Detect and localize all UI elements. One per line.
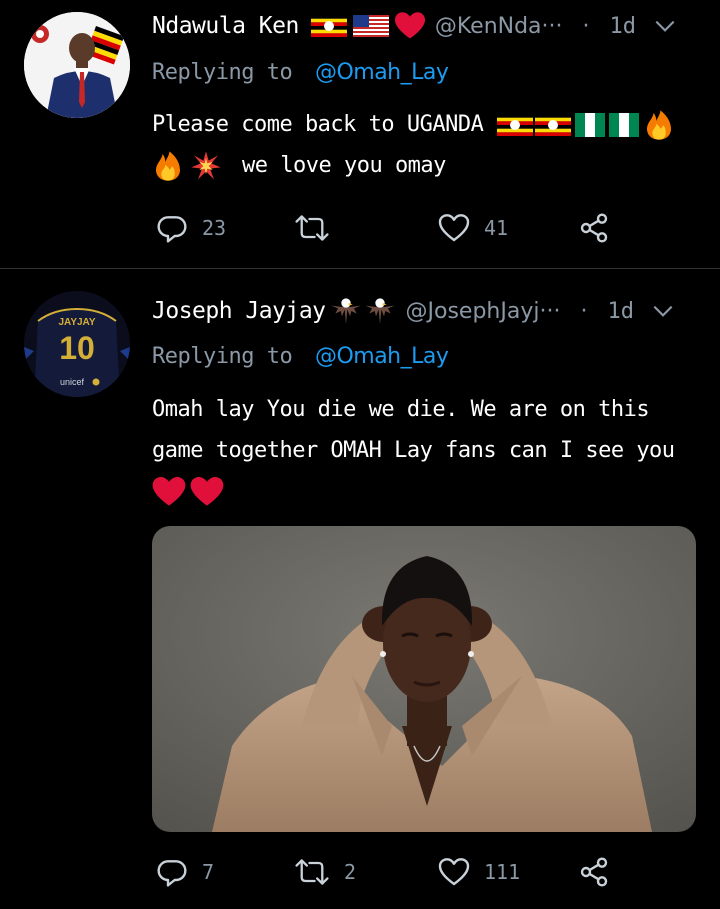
tweet-actions: 7 2 111 [152, 852, 622, 892]
uganda-flag-icon [535, 113, 572, 136]
collision-icon [190, 150, 222, 182]
heart-icon [438, 214, 470, 242]
reply-count: 23 [202, 216, 227, 240]
separator-dot: · [580, 298, 588, 324]
uganda-flag-icon [497, 113, 534, 136]
eagle-icon [364, 295, 396, 327]
chevron-down-icon[interactable] [650, 298, 676, 324]
chevron-down-icon[interactable] [652, 13, 678, 39]
retweet-icon [295, 859, 329, 885]
tweet-header: Ndawula Ken @KenNda··· · 1d [152, 8, 678, 44]
tweet-text: Please come back to UGANDA we love you o… [152, 104, 692, 186]
avatar[interactable]: JAYJAY 10 unicef [24, 291, 130, 397]
avatar-jersey-number: 10 [59, 330, 95, 366]
reply-count: 7 [202, 860, 215, 884]
tweet-media-photo[interactable] [152, 526, 696, 832]
fire-icon [152, 150, 184, 182]
red-heart-icon [394, 12, 425, 40]
tweet-1[interactable]: Ndawula Ken @KenNda··· · 1d Replying to … [0, 0, 720, 268]
user-handle[interactable]: @JosephJayj··· [406, 299, 561, 324]
reply-icon [157, 860, 187, 887]
replying-label: Replying to [152, 60, 293, 85]
avatar-jersey-sponsor: unicef [60, 377, 85, 387]
avatar[interactable] [24, 12, 130, 118]
tweet-text-line-2: game together OMAH Lay fans can I see yo… [152, 438, 675, 463]
uganda-flag-icon [310, 15, 347, 37]
mention-link[interactable]: @Omah_Lay [315, 60, 449, 85]
red-heart-icon [190, 476, 224, 507]
like-count: 111 [484, 860, 521, 884]
display-name[interactable]: Ndawula Ken [152, 13, 299, 39]
share-icon [580, 213, 608, 243]
tweet-text-line-1: Omah lay You die we die. We are on this [152, 397, 650, 422]
like-button[interactable]: 111 [438, 852, 520, 892]
separator-dot: · [582, 13, 590, 39]
nigeria-flag-icon [575, 112, 606, 137]
tweet-header: Joseph Jayjay @JosephJayj··· · 1d [152, 293, 676, 329]
display-name[interactable]: Joseph Jayjay [152, 298, 326, 324]
share-button[interactable] [578, 852, 610, 892]
tweet-text-line-1: Please come back to UGANDA [152, 112, 484, 137]
like-button[interactable]: 41 [438, 208, 508, 248]
tweet-text: Omah lay You die we die. We are on this … [152, 389, 692, 512]
replying-to: Replying to @Omah_Lay [152, 60, 449, 85]
tweet-text-line-2: we love you omay [242, 153, 446, 178]
retweet-icon [295, 215, 329, 241]
reply-button[interactable]: 23 [156, 208, 226, 248]
tweet-2[interactable]: JAYJAY 10 unicef Joseph Jayjay @JosephJa… [0, 269, 720, 909]
retweet-button[interactable] [294, 208, 344, 248]
like-count: 41 [484, 216, 509, 240]
mention-link[interactable]: @Omah_Lay [315, 344, 449, 369]
fire-icon [643, 109, 675, 141]
share-icon [580, 857, 608, 887]
tweet-actions: 23 41 [152, 208, 622, 248]
nigeria-flag-icon [609, 112, 640, 137]
retweet-count: 2 [344, 860, 357, 884]
share-button[interactable] [578, 208, 610, 248]
replying-to: Replying to @Omah_Lay [152, 344, 449, 369]
us-flag-icon [352, 15, 389, 37]
timestamp[interactable]: 1d [607, 299, 634, 324]
avatar-jersey-name: JAYJAY [58, 317, 95, 328]
heart-icon [438, 858, 470, 886]
replying-label: Replying to [152, 344, 293, 369]
eagle-icon [330, 295, 362, 327]
timestamp[interactable]: 1d [610, 14, 637, 39]
retweet-button[interactable]: 2 [294, 852, 356, 892]
reply-icon [157, 216, 187, 243]
reply-button[interactable]: 7 [156, 852, 214, 892]
user-handle[interactable]: @KenNda··· [435, 14, 563, 39]
red-heart-icon [152, 476, 186, 507]
